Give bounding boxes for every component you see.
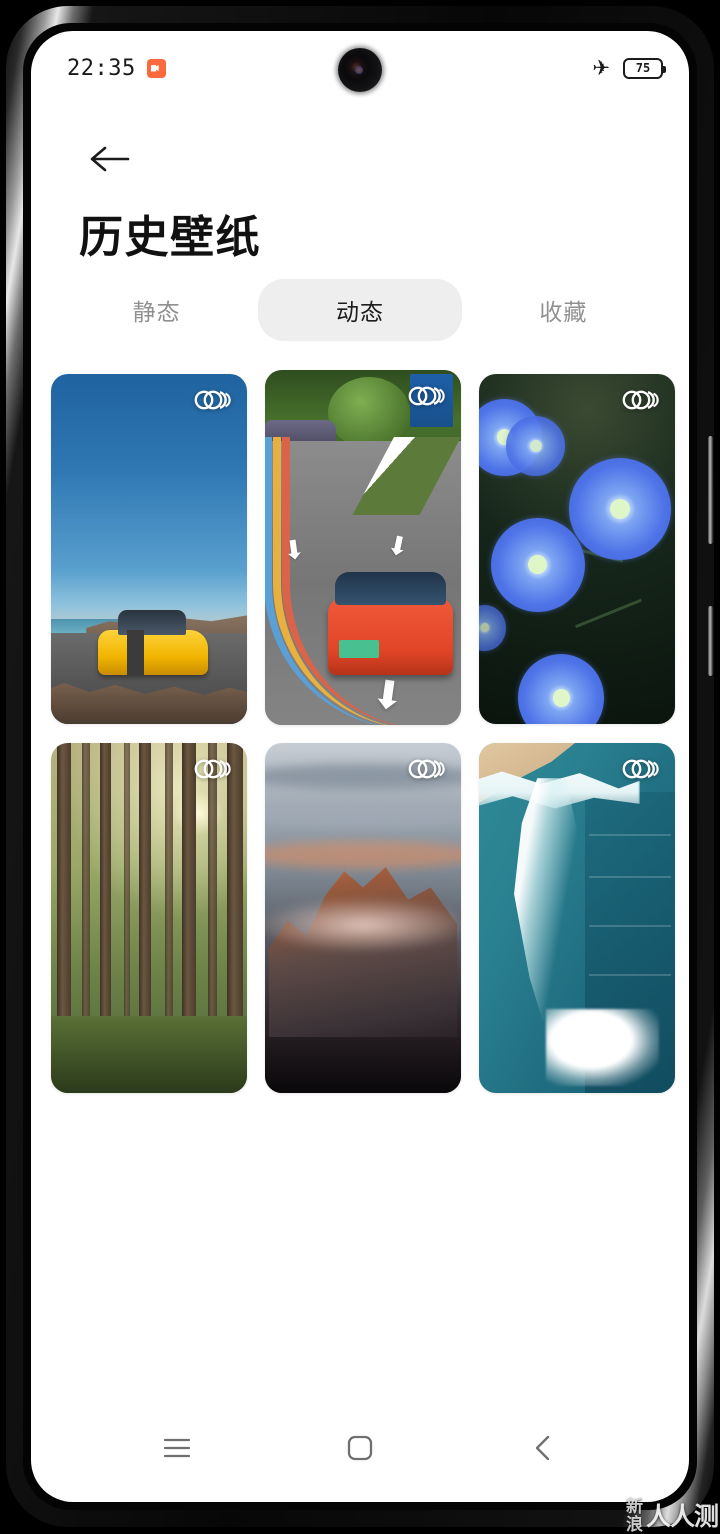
phone-screen: 22:35 ✈ 75 历史壁纸 静态 动态 收藏 xyxy=(31,31,689,1502)
live-wallpaper-badge-icon xyxy=(192,387,234,413)
watermark-brand-bottom: 浪 xyxy=(626,1516,643,1533)
wallpaper-card-yellow-car-coast[interactable] xyxy=(51,374,247,724)
wallpaper-thumbnail: ⬇⬇⬇ xyxy=(265,370,461,725)
nav-back-button[interactable] xyxy=(506,1418,580,1478)
watermark-brand-top: 新 xyxy=(626,1498,643,1515)
nav-home-button[interactable] xyxy=(323,1418,397,1478)
wallpaper-card-ocean-wave[interactable] xyxy=(479,743,675,1093)
wallpaper-card-orange-car-road[interactable]: ⬇⬇⬇ xyxy=(265,370,461,725)
wallpaper-thumbnail xyxy=(51,374,247,724)
recents-menu-icon xyxy=(163,1437,191,1459)
live-wallpaper-badge-icon xyxy=(620,756,662,782)
wallpaper-grid: ⬇⬇⬇ xyxy=(51,374,669,1093)
back-chevron-icon xyxy=(532,1434,554,1462)
status-bar-left: 22:35 xyxy=(67,56,166,81)
tab-dynamic[interactable]: 动态 xyxy=(258,279,461,341)
live-wallpaper-badge-icon xyxy=(192,756,234,782)
nav-recents-button[interactable] xyxy=(140,1418,214,1478)
battery-level-text: 75 xyxy=(636,62,650,74)
live-wallpaper-badge-icon xyxy=(406,383,448,409)
wallpaper-card-blue-flowers[interactable] xyxy=(479,374,675,724)
front-camera-punch-hole xyxy=(338,48,382,92)
tab-static[interactable]: 静态 xyxy=(55,279,258,341)
live-wallpaper-badge-icon xyxy=(620,387,662,413)
wallpaper-thumbnail xyxy=(51,743,247,1093)
status-clock: 22:35 xyxy=(67,56,136,81)
screen-record-icon xyxy=(147,59,166,78)
power-button[interactable] xyxy=(708,606,713,676)
wallpaper-thumbnail xyxy=(479,374,675,724)
wallpaper-thumbnail xyxy=(479,743,675,1093)
wallpaper-card-sunlit-forest[interactable] xyxy=(51,743,247,1093)
page-title: 历史壁纸 xyxy=(79,201,261,265)
back-arrow-button[interactable] xyxy=(79,129,139,189)
home-square-icon xyxy=(347,1435,373,1461)
status-bar-right: ✈ 75 xyxy=(592,58,663,79)
tab-bar: 静态 动态 收藏 xyxy=(55,279,665,341)
watermark-brand: 新 浪 xyxy=(626,1498,643,1533)
battery-icon: 75 xyxy=(623,58,663,79)
watermark: 新 浪 人人测 xyxy=(626,1497,718,1533)
airplane-mode-icon: ✈ xyxy=(592,58,610,79)
system-navigation-bar xyxy=(31,1412,689,1484)
live-wallpaper-badge-icon xyxy=(406,756,448,782)
volume-button[interactable] xyxy=(708,436,713,544)
back-arrow-icon xyxy=(88,144,130,174)
tab-favorites[interactable]: 收藏 xyxy=(462,279,665,341)
phone-frame: 22:35 ✈ 75 历史壁纸 静态 动态 收藏 xyxy=(6,6,714,1527)
wallpaper-card-sunset-mountain[interactable] xyxy=(265,743,461,1093)
wallpaper-thumbnail xyxy=(265,743,461,1093)
watermark-main-text: 人人测 xyxy=(646,1497,718,1533)
